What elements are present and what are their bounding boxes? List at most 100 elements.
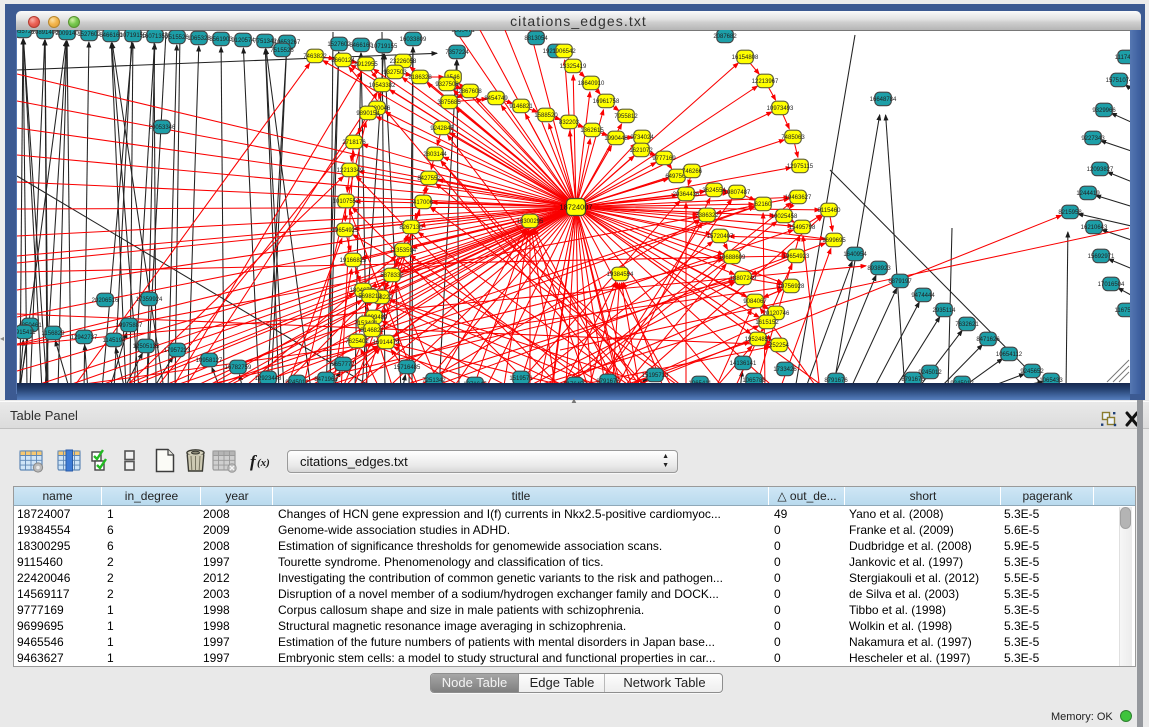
svg-text:15716485: 15716485 [394,365,421,371]
svg-text:9474444: 9474444 [911,293,935,299]
svg-text:746266: 746266 [682,169,703,175]
svg-text:9777169: 9777169 [652,156,676,162]
svg-text:1065411: 1065411 [689,381,713,383]
svg-text:9327503: 9327503 [383,70,407,76]
svg-text:1906542: 1906542 [552,49,576,55]
svg-text:1065328: 1065328 [187,36,211,42]
svg-text:8186328: 8186328 [408,75,432,81]
svg-text:1167534: 1167534 [1115,308,1130,314]
svg-text:1065433: 1065433 [1039,378,1063,383]
svg-text:2803144: 2803144 [423,152,447,158]
svg-text:9699695: 9699695 [822,238,846,244]
svg-text:17016504: 17016504 [1098,282,1125,288]
svg-text:16914479: 16914479 [373,340,400,346]
svg-text:23226058: 23226058 [390,59,417,65]
svg-text:17957223: 17957223 [164,348,191,354]
svg-text:1519571: 1519571 [509,376,533,382]
svg-text:10719155: 10719155 [371,44,398,50]
svg-text:13325419: 13325419 [560,64,587,70]
svg-text:20053346: 20053346 [149,125,176,131]
svg-text:9120574: 9120574 [231,38,255,44]
svg-text:3875685: 3875685 [437,100,461,106]
svg-text:9115460: 9115460 [818,208,842,214]
svg-text:9245012: 9245012 [285,380,309,383]
svg-text:12213349: 12213349 [337,168,364,174]
svg-text:9242845: 9242845 [430,126,454,132]
svg-text:2935114: 2935114 [933,308,957,314]
svg-text:1362615: 1362615 [580,128,604,134]
svg-text:19654923: 19654923 [783,254,810,260]
svg-text:8791676: 8791676 [901,377,925,383]
svg-text:1733426: 1733426 [773,367,797,373]
svg-text:8267130: 8267130 [399,225,423,231]
svg-text:8471626: 8471626 [976,337,1000,343]
svg-text:8471962: 8471962 [314,377,338,383]
svg-text:62160: 62160 [755,202,772,208]
svg-text:5698212: 5698212 [358,294,382,300]
svg-text:10958127: 10958127 [196,358,223,364]
svg-text:9890154: 9890154 [356,111,380,117]
svg-text:2718176: 2718176 [342,140,366,146]
svg-text:1117465: 1117465 [1115,55,1130,61]
svg-text:8215958: 8215958 [1058,210,1082,216]
svg-text:16782759: 16782759 [225,365,252,371]
svg-text:9176453: 9176453 [563,382,587,383]
svg-text:7357224: 7357224 [445,50,469,56]
svg-text:417006: 417006 [413,200,434,206]
svg-text:19654925: 19654925 [332,228,359,234]
svg-text:9245012: 9245012 [918,370,942,376]
svg-text:9146821: 9146821 [509,104,533,110]
svg-text:16154808: 16154808 [732,55,759,61]
svg-text:2087682: 2087682 [713,34,737,40]
svg-text:8912955: 8912955 [354,62,378,68]
svg-text:10025458: 10025458 [771,214,798,220]
svg-text:1615152: 1615152 [755,320,779,326]
svg-text:10756928: 10756928 [778,284,805,290]
svg-text:15692971: 15692971 [1088,254,1115,260]
svg-text:252254: 252254 [769,343,790,349]
svg-text:16033809: 16033809 [400,37,427,43]
svg-text:12505135: 12505135 [133,344,160,350]
svg-text:2867608: 2867608 [458,89,482,95]
svg-text:1640954: 1640954 [843,252,867,258]
svg-text:20206516: 20206516 [92,298,119,304]
svg-text:9327508: 9327508 [435,82,459,88]
svg-text:12975115: 12975115 [787,164,814,170]
svg-text:10107552: 10107552 [333,199,360,205]
svg-text:19524851: 19524851 [745,337,772,343]
svg-text:7515526: 7515526 [270,48,294,54]
svg-text:9734024: 9734024 [630,135,654,141]
svg-text:10688609: 10688609 [719,255,746,261]
svg-text:16648784: 16648784 [870,97,897,103]
svg-text:1527602: 1527602 [327,42,351,48]
svg-text:5878332: 5878332 [380,273,404,279]
svg-text:15495798: 15495798 [789,225,816,231]
svg-text:12923448: 12923448 [255,376,282,382]
svg-text:19166825: 19166825 [340,258,367,264]
svg-text:19975887: 19975887 [116,323,143,329]
svg-text:14136141: 14136141 [730,361,757,367]
svg-text:7955812: 7955812 [614,114,638,120]
svg-text:1621072: 1621072 [629,148,653,154]
svg-text:12213967: 12213967 [752,79,779,85]
svg-text:16961758: 16961758 [593,99,620,105]
svg-text:7251342: 7251342 [422,378,446,383]
svg-text:1371645: 1371645 [463,382,487,383]
svg-text:2009140: 2009140 [55,31,79,37]
svg-text:6879197: 6879197 [888,279,912,285]
svg-text:1065788: 1065788 [742,378,766,383]
svg-text:18640910: 18640910 [578,81,605,87]
svg-text:9360471: 9360471 [451,30,475,34]
svg-text:8427552: 8427552 [417,176,441,182]
svg-text:16210643: 16210643 [1081,225,1108,231]
svg-text:9245652: 9245652 [1020,369,1044,375]
svg-text:3915411: 3915411 [17,330,36,336]
svg-text:(x): (x) [257,457,270,469]
svg-text:832203: 832203 [559,120,580,126]
svg-text:9329966: 9329966 [1092,108,1116,114]
svg-text:10654112: 10654112 [996,352,1023,358]
svg-text:7386322: 7386322 [695,213,719,219]
svg-text:9146821: 9146821 [360,328,384,334]
svg-text:7463822: 7463822 [303,54,327,60]
svg-text:10543382: 10543382 [369,83,396,89]
